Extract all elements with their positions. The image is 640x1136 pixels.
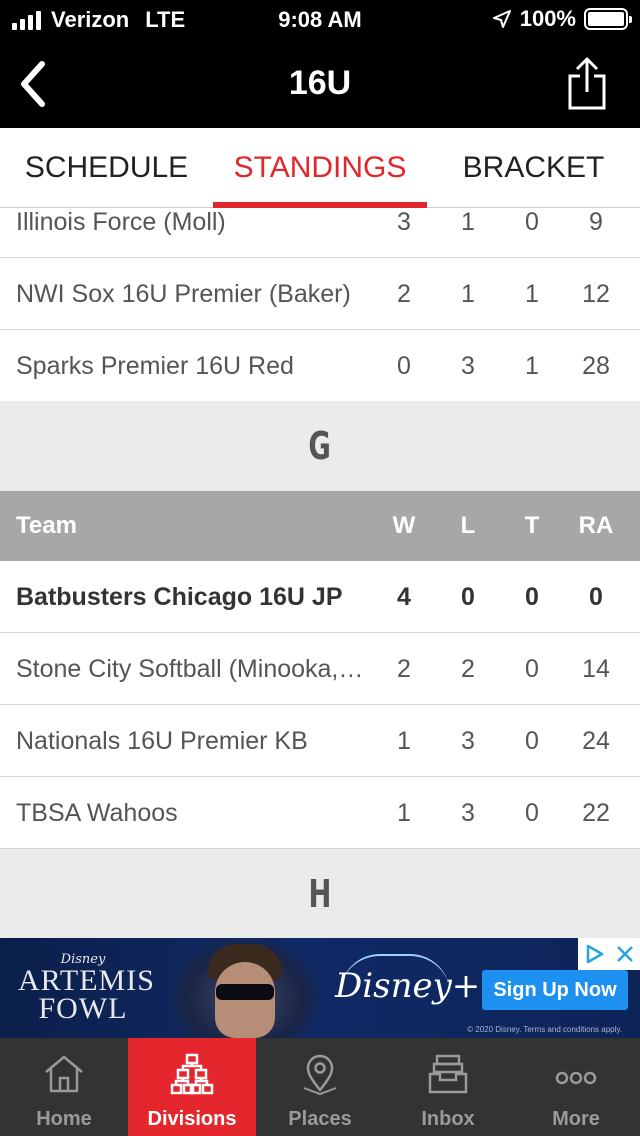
group-title: G [308, 424, 332, 468]
page-title: 16U [288, 64, 352, 102]
ad-service-logo: Disney+ [335, 966, 481, 1006]
nav-bar: 16U [0, 40, 640, 128]
wins-value: 2 [397, 655, 411, 683]
location-arrow-icon [492, 10, 511, 28]
table-row[interactable]: Illinois Force (Moll) 3 1 0 9 [0, 208, 640, 258]
team-name: NWI Sox 16U Premier (Baker) [16, 280, 351, 308]
standings-list[interactable]: Illinois Force (Moll) 3 1 0 9 NWI Sox 16… [0, 208, 640, 938]
column-ra: RA [578, 512, 614, 539]
ad-choices[interactable] [578, 938, 640, 970]
battery-percent: 100% [519, 6, 576, 31]
losses-value: 3 [461, 727, 475, 755]
losses-value: 0 [461, 583, 475, 611]
status-bar: Verizon LTE 9:08 AM 100% [0, 0, 640, 40]
tabbar-item-more[interactable]: More [512, 1038, 640, 1136]
wins-value: 1 [397, 727, 411, 755]
wins-value: 2 [397, 280, 411, 308]
ad-title-line2: FOWL [38, 992, 128, 1025]
ad-signup-button[interactable]: Sign Up Now [482, 970, 628, 1010]
group-header-h: H [0, 849, 640, 938]
group-title: H [308, 872, 332, 916]
table-header: Team W L T RA [0, 491, 640, 561]
runs-allowed-value: 14 [582, 655, 610, 683]
bracket-tree-icon [170, 1053, 214, 1095]
column-l: L [460, 512, 476, 539]
runs-allowed-value: 9 [589, 208, 603, 236]
ad-character-image [170, 938, 320, 1038]
map-pin-icon [303, 1054, 337, 1096]
team-name: Illinois Force (Moll) [16, 208, 226, 236]
team-name: Stone City Softball (Minooka,… [16, 655, 364, 683]
team-name: Sparks Premier 16U Red [16, 352, 294, 380]
losses-value: 1 [461, 208, 475, 236]
ties-value: 0 [525, 583, 539, 611]
tabbar-label: Inbox [421, 1108, 475, 1130]
home-icon [45, 1055, 83, 1093]
table-row[interactable]: Nationals 16U Premier KB 1 3 0 24 [0, 705, 640, 777]
losses-value: 1 [461, 280, 475, 308]
ties-value: 1 [525, 352, 539, 380]
share-icon[interactable] [564, 56, 610, 112]
team-name: Batbusters Chicago 16U JP [16, 583, 343, 611]
ad-title-line1: ARTEMIS [18, 964, 155, 997]
wins-value: 1 [397, 799, 411, 827]
tabbar-item-divisions[interactable]: Divisions [128, 1038, 256, 1136]
segment-tabs: SCHEDULE STANDINGS BRACKET [0, 128, 640, 208]
tabbar-label: Places [288, 1108, 352, 1130]
ad-banner[interactable]: Disney ARTEMIS FOWL Disney+ Sign Up Now … [0, 938, 640, 1038]
column-w: W [392, 512, 416, 539]
runs-allowed-value: 28 [582, 352, 610, 380]
tab-bracket[interactable]: BRACKET [427, 128, 640, 208]
ties-value: 1 [525, 280, 539, 308]
ad-movie-logo: Disney ARTEMIS FOWL [18, 952, 155, 1025]
runs-allowed-value: 24 [582, 727, 610, 755]
status-right: 100% [492, 6, 632, 32]
ties-value: 0 [525, 208, 539, 236]
losses-value: 2 [461, 655, 475, 683]
table-row[interactable]: Stone City Softball (Minooka,… 2 2 0 14 [0, 633, 640, 705]
table-row[interactable]: Sparks Premier 16U Red 0 3 1 28 [0, 330, 640, 402]
tab-schedule[interactable]: SCHEDULE [0, 128, 213, 208]
wins-value: 3 [397, 208, 411, 236]
column-team: Team [16, 512, 77, 539]
table-row[interactable]: TBSA Wahoos 1 3 0 22 [0, 777, 640, 849]
table-row[interactable]: Batbusters Chicago 16U JP 4 0 0 0 [0, 561, 640, 633]
ties-value: 0 [525, 799, 539, 827]
tabbar-label: Divisions [147, 1108, 237, 1130]
runs-allowed-value: 22 [582, 799, 610, 827]
tabbar-label: Home [36, 1108, 92, 1130]
runs-allowed-value: 0 [589, 583, 603, 611]
losses-value: 3 [461, 352, 475, 380]
tab-standings[interactable]: STANDINGS [213, 128, 427, 208]
table-row[interactable]: NWI Sox 16U Premier (Baker) 2 1 1 12 [0, 258, 640, 330]
ties-value: 0 [525, 655, 539, 683]
tabbar-item-home[interactable]: Home [0, 1038, 128, 1136]
team-name: TBSA Wahoos [16, 799, 178, 827]
tabbar-item-places[interactable]: Places [256, 1038, 384, 1136]
ad-legal-text: © 2020 Disney. Terms and conditions appl… [467, 1025, 622, 1034]
group-header-g: G [0, 401, 640, 491]
ties-value: 0 [525, 727, 539, 755]
tabbar-item-inbox[interactable]: Inbox [384, 1038, 512, 1136]
inbox-icon [428, 1054, 468, 1094]
battery-icon [584, 8, 632, 30]
more-dots-icon [555, 1071, 597, 1085]
wins-value: 0 [397, 352, 411, 380]
bottom-tab-bar: Home Divisions Places Inbox More [0, 1038, 640, 1136]
wins-value: 4 [397, 583, 411, 611]
runs-allowed-value: 12 [582, 280, 610, 308]
close-icon[interactable] [609, 938, 640, 970]
team-name: Nationals 16U Premier KB [16, 727, 308, 755]
column-t: T [524, 512, 540, 539]
tabbar-label: More [552, 1108, 600, 1130]
losses-value: 3 [461, 799, 475, 827]
ad-info-icon[interactable] [578, 938, 609, 970]
